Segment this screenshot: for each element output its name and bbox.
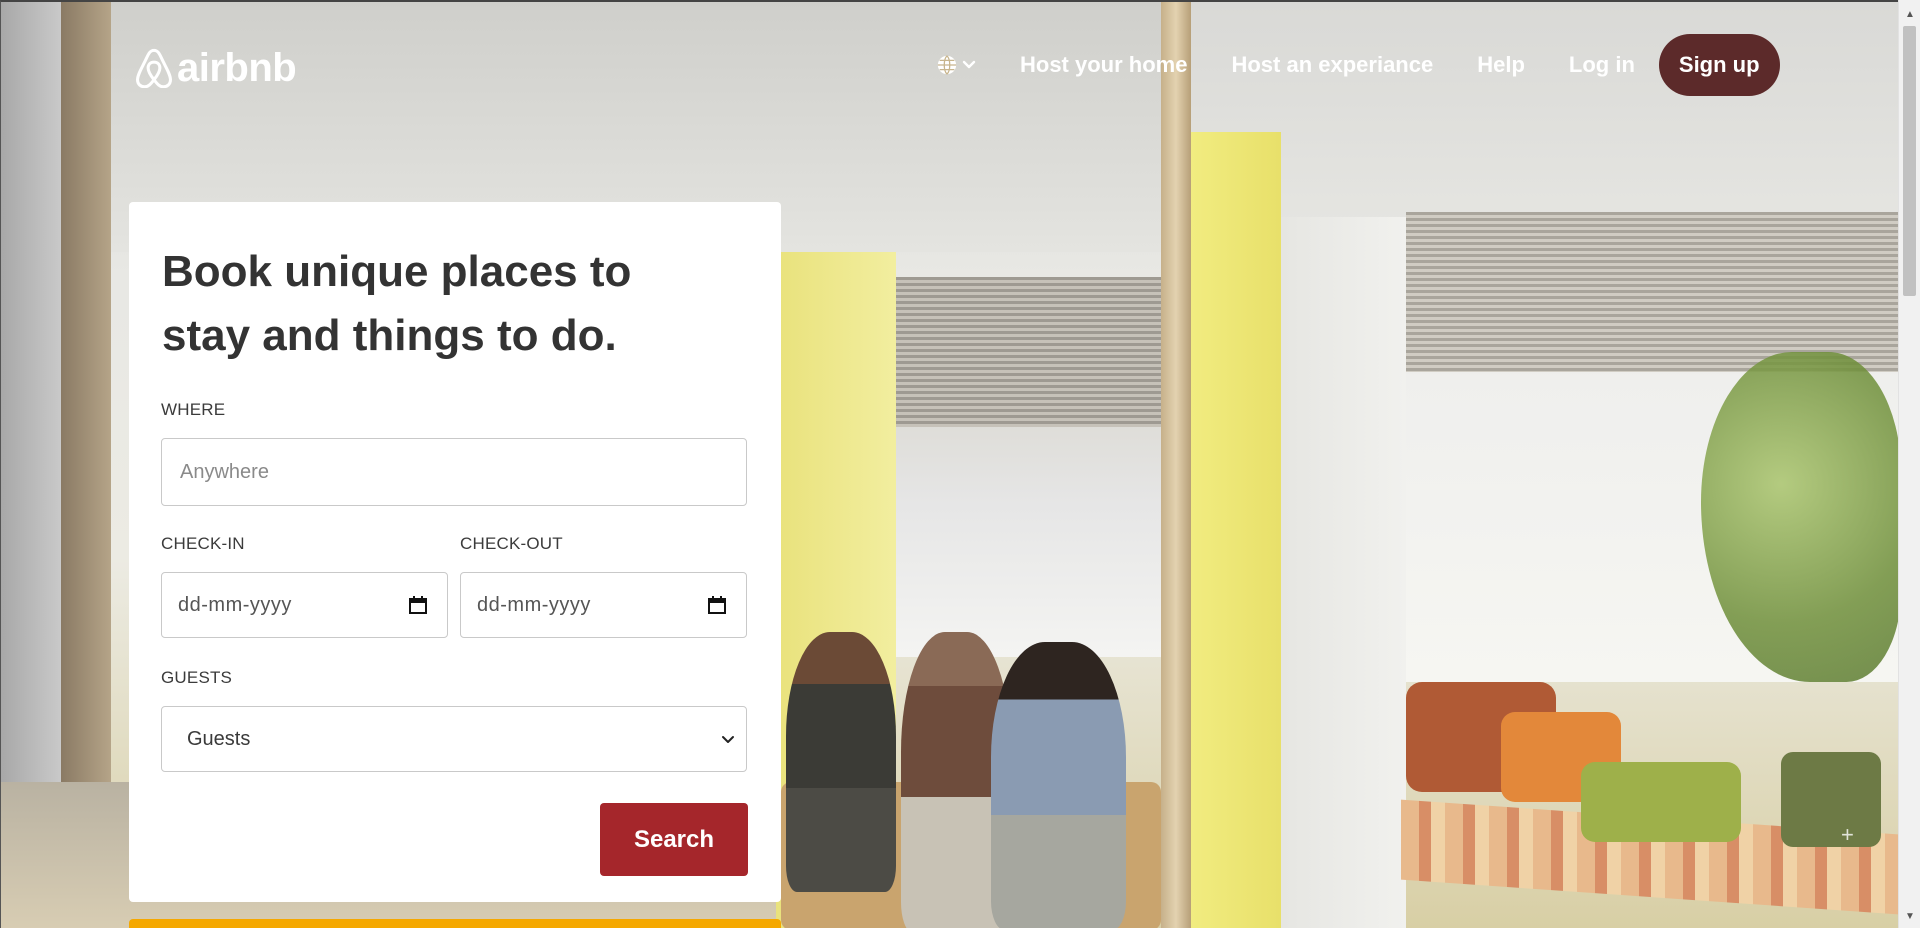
chevron-down-icon <box>962 60 976 69</box>
nav-links: Host your home Host an experiance Help L… <box>936 34 1780 96</box>
guests-selected-value: Guests <box>187 727 251 750</box>
search-button[interactable]: Search <box>600 803 748 876</box>
nav-help[interactable]: Help <box>1477 52 1525 78</box>
nav-host-your-home[interactable]: Host your home <box>1020 52 1187 78</box>
sign-up-button[interactable]: Sign up <box>1658 34 1780 96</box>
scrollbar-thumb[interactable] <box>1903 26 1916 296</box>
page-scrollbar[interactable]: ▲ ▼ <box>1898 0 1920 928</box>
page-viewport: airbnb Host your home Host an experiance… <box>0 0 1898 928</box>
check-in-date-value: dd-mm-yyyy <box>178 593 292 616</box>
guests-label: GUESTS <box>161 668 233 687</box>
nav-log-in[interactable]: Log in <box>1569 52 1635 78</box>
airbnb-logo[interactable]: airbnb <box>135 46 297 90</box>
nav-host-an-experience[interactable]: Host an experiance <box>1231 52 1433 78</box>
where-input[interactable] <box>161 438 747 506</box>
top-navigation: airbnb Host your home Host an experiance… <box>1 2 1898 132</box>
airbnb-belo-icon <box>136 48 172 88</box>
chevron-down-icon <box>722 736 734 743</box>
calendar-icon[interactable] <box>706 594 728 616</box>
globe-icon <box>937 55 957 75</box>
calendar-icon[interactable] <box>407 594 429 616</box>
check-in-label: CHECK-IN <box>161 534 245 553</box>
search-row: Search <box>161 803 748 876</box>
plus-icon: + <box>1841 822 1854 847</box>
language-selector[interactable] <box>936 54 976 76</box>
scroll-down-arrow-icon[interactable]: ▼ <box>1899 906 1920 926</box>
booking-card: Book unique places to stay and things to… <box>129 202 781 902</box>
airbnb-logo-text: airbnb <box>177 46 297 90</box>
check-out-date-value: dd-mm-yyyy <box>477 593 591 616</box>
scroll-up-arrow-icon[interactable]: ▲ <box>1899 4 1920 24</box>
dates-row: CHECK-IN dd-mm-yyyy CHECK-OUT dd-mm-yyyy <box>161 534 748 638</box>
check-out-label: CHECK-OUT <box>460 534 563 553</box>
booking-title: Book unique places to stay and things to… <box>162 247 632 360</box>
guests-select[interactable]: Guests <box>161 706 747 772</box>
next-section-edge <box>129 919 781 928</box>
check-in-date-input[interactable]: dd-mm-yyyy <box>161 572 448 638</box>
where-label: WHERE <box>161 400 226 419</box>
check-out-date-input[interactable]: dd-mm-yyyy <box>460 572 747 638</box>
